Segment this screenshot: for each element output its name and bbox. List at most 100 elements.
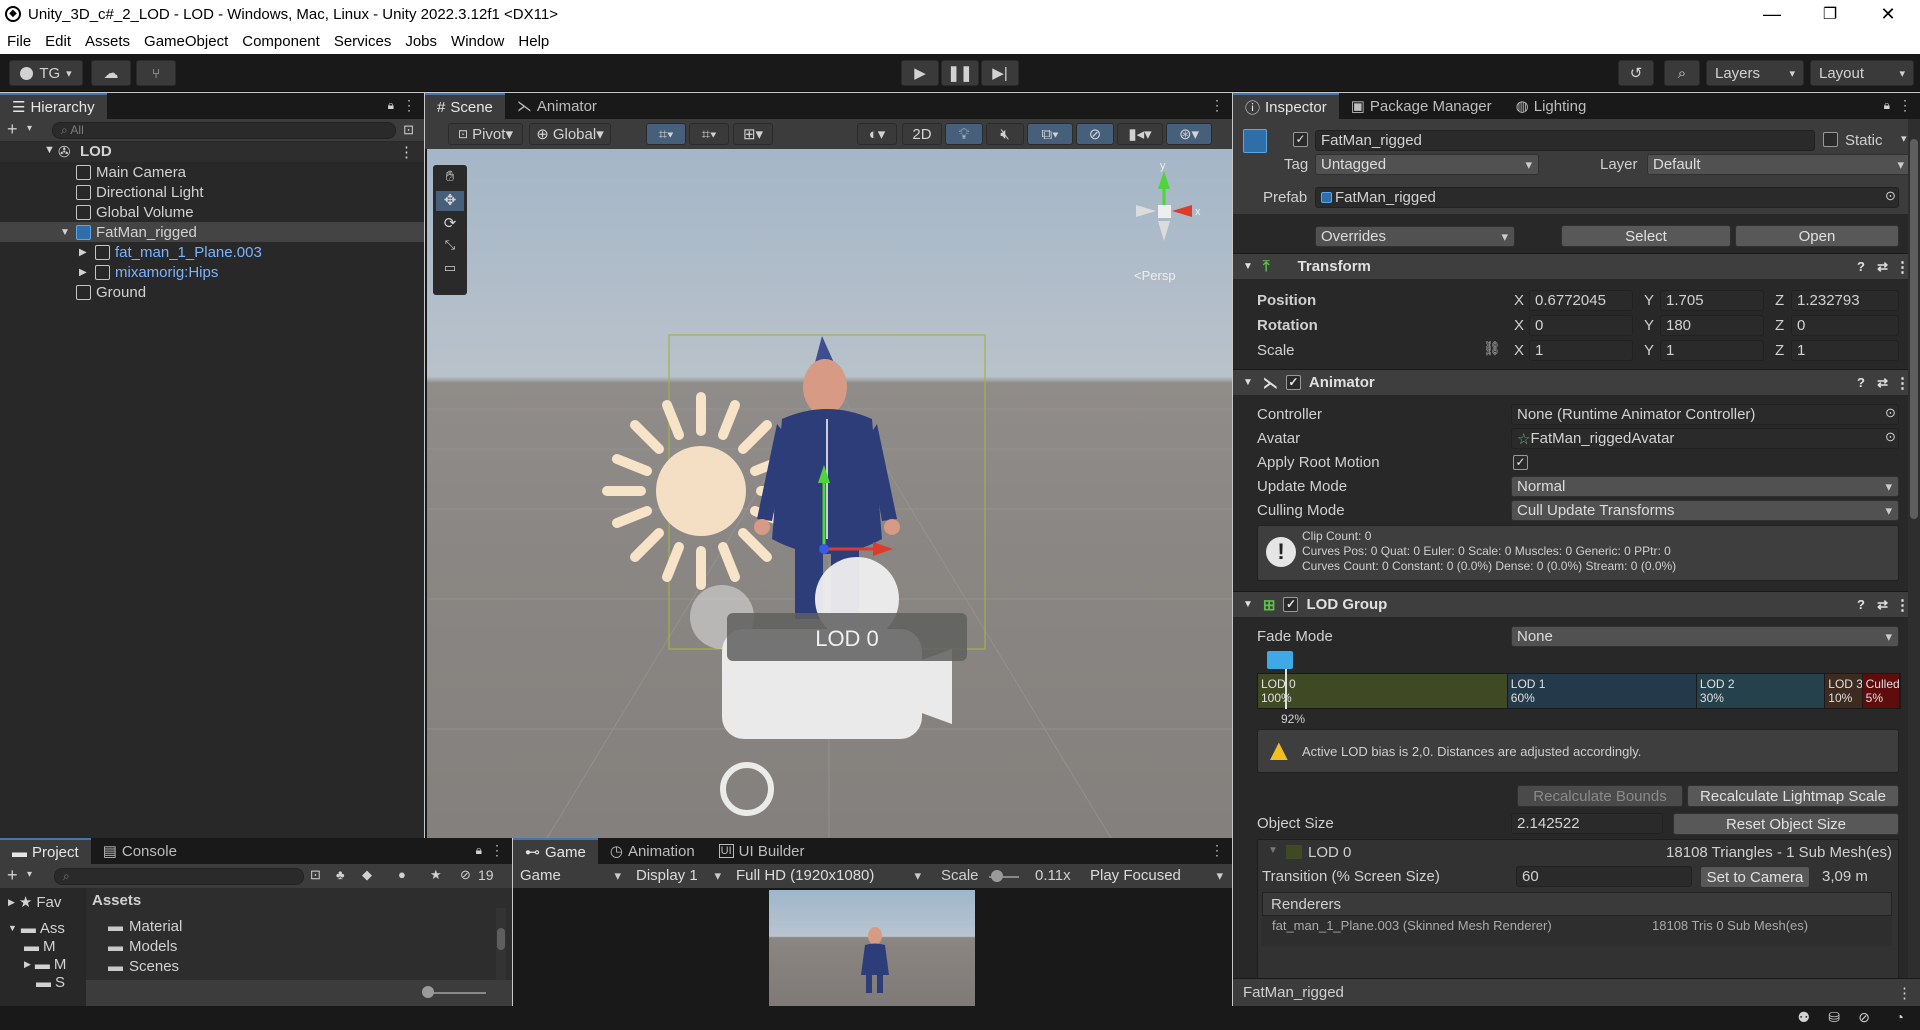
lod-segment[interactable]: LOD 0 100%: [1258, 674, 1508, 708]
avatar-field[interactable]: ☆ FatMan_riggedAvatar: [1511, 428, 1899, 449]
animator-header[interactable]: ▼ ⋋ ✓ Animator ? ⇄ ⋮: [1233, 369, 1920, 395]
history-button[interactable]: ↺: [1618, 60, 1654, 86]
hierarchy-item[interactable]: ▶ mixamorig:Hips: [0, 262, 424, 282]
grid-toggle-button[interactable]: ⌗▾: [689, 123, 729, 145]
reset-object-size-button[interactable]: Reset Object Size: [1673, 813, 1899, 835]
restore-button[interactable]: ❐: [1801, 0, 1859, 29]
menu-file[interactable]: File: [0, 33, 38, 50]
effects-dropdown[interactable]: ⧉▾: [1027, 123, 1073, 145]
inspector-scrollbar[interactable]: [1908, 119, 1920, 1006]
hidden-objects-toggle[interactable]: ⊘: [1076, 123, 1114, 145]
open-button[interactable]: Open: [1735, 225, 1899, 247]
animator-enabled-checkbox[interactable]: ✓: [1285, 375, 1301, 390]
menu-assets[interactable]: Assets: [78, 33, 137, 50]
play-button[interactable]: ▶: [901, 60, 939, 86]
recalculate-bounds-button[interactable]: Recalculate Bounds: [1517, 785, 1683, 807]
hand-tool-icon[interactable]: ✋︎: [436, 168, 464, 188]
tab-scene[interactable]: # Scene: [425, 93, 505, 119]
cloud-button[interactable]: ☁: [91, 60, 131, 86]
rotation-y-field[interactable]: 180: [1660, 315, 1764, 336]
game-viewport[interactable]: [769, 890, 975, 1006]
tab-lighting[interactable]: ◍ Lighting: [1504, 93, 1599, 119]
menu-window[interactable]: Window: [444, 33, 511, 50]
game-view-dropdown[interactable]: Game: [515, 865, 627, 886]
hierarchy-search-input[interactable]: ⌕ All: [52, 122, 396, 139]
root-motion-checkbox[interactable]: ✓: [1513, 455, 1528, 470]
tab-inspector[interactable]: ⓘ Inspector: [1233, 93, 1339, 119]
resolution-dropdown[interactable]: Full HD (1920x1080): [731, 865, 927, 886]
hierarchy-item[interactable]: Ground: [0, 282, 424, 302]
chevron-down-icon[interactable]: ▾: [27, 869, 32, 880]
prefab-field[interactable]: FatMan_rigged: [1315, 187, 1899, 208]
culling-mode-dropdown[interactable]: Cull Update Transforms: [1511, 500, 1899, 521]
menu-component[interactable]: Component: [235, 33, 327, 50]
scrollbar-thumb[interactable]: [1910, 139, 1918, 519]
camera-dropdown[interactable]: ▮◂▾: [1117, 123, 1163, 145]
folder-item[interactable]: ▬ Material: [86, 916, 512, 936]
tab-animator[interactable]: ⋋ Animator: [505, 93, 609, 119]
audio-toggle[interactable]: 🔇︎: [986, 123, 1024, 145]
panel-menu-icon[interactable]: ⋮: [1210, 97, 1224, 114]
update-mode-dropdown[interactable]: Normal: [1511, 476, 1899, 497]
chevron-down-icon[interactable]: ▾: [1901, 132, 1907, 145]
folder-item[interactable]: ▬ Models: [86, 936, 512, 956]
position-y-field[interactable]: 1.705: [1660, 290, 1764, 311]
recalculate-lightmap-button[interactable]: Recalculate Lightmap Scale: [1687, 785, 1899, 807]
scale-slider-thumb[interactable]: [991, 870, 1003, 882]
scale-y-field[interactable]: 1: [1660, 340, 1764, 361]
zoom-slider[interactable]: [426, 992, 486, 994]
progress-icon[interactable]: ◔: [1896, 1009, 1904, 1025]
preset-icon[interactable]: ⇄: [1877, 375, 1888, 391]
position-x-field[interactable]: 0.6772045: [1529, 290, 1633, 311]
gizmos-dropdown[interactable]: ⊛▾: [1166, 123, 1212, 145]
lock-icon[interactable]: 🔒︎: [476, 843, 482, 858]
tab-animation[interactable]: ◷ Animation: [598, 838, 707, 864]
preset-icon[interactable]: ⇄: [1877, 597, 1888, 613]
tab-ui-builder[interactable]: UI UI Builder: [707, 838, 817, 864]
help-icon[interactable]: ?: [1857, 375, 1865, 390]
increment-snap-button[interactable]: ⊞▾: [733, 123, 773, 145]
fade-mode-dropdown[interactable]: None: [1511, 626, 1899, 647]
pause-button[interactable]: ❚❚: [941, 60, 979, 86]
expand-arrow-icon[interactable]: ▶: [79, 247, 87, 258]
expand-arrow-icon[interactable]: ▶: [79, 267, 87, 278]
lod-segment[interactable]: LOD 1 60%: [1507, 674, 1697, 708]
scale-x-field[interactable]: 1: [1529, 340, 1633, 361]
set-to-camera-button[interactable]: Set to Camera: [1700, 866, 1810, 888]
object-picker-icon[interactable]: ⊙: [1885, 405, 1896, 421]
star-icon[interactable]: ★: [430, 867, 442, 883]
tab-console[interactable]: ▤ Console: [91, 838, 189, 864]
cache-server-icon[interactable]: ⛁: [1828, 1009, 1840, 1026]
tree-item[interactable]: ▬ S: [0, 972, 84, 992]
tag-dropdown[interactable]: Untagged: [1315, 154, 1539, 175]
layout-dropdown[interactable]: Layout ▾: [1810, 60, 1914, 86]
add-icon[interactable]: +: [7, 865, 18, 886]
lod-group-header[interactable]: ▼ ⊞ ✓ LOD Group ? ⇄ ⋮: [1233, 591, 1920, 617]
hierarchy-item[interactable]: Global Volume: [0, 202, 424, 222]
panel-menu-icon[interactable]: ⋮: [1897, 984, 1912, 1002]
lock-icon[interactable]: 🔒︎: [388, 98, 394, 113]
scene-row[interactable]: ▼ ✇ LOD ⋮: [0, 142, 424, 162]
static-checkbox[interactable]: [1823, 132, 1838, 147]
hidden-packages-icon[interactable]: ⊘: [460, 867, 471, 883]
expand-arrow-icon[interactable]: ▼: [60, 227, 70, 238]
alert-icon[interactable]: ●: [398, 867, 406, 882]
scene-viewport[interactable]: LOD 0 x y <Persp ✋︎ ✥ ⟳ ⤡ ▭: [427, 149, 1232, 838]
rotation-z-field[interactable]: 0: [1791, 315, 1899, 336]
chevron-down-icon[interactable]: ▾: [27, 123, 32, 134]
favorites-row[interactable]: ▶ ★ Fav: [0, 892, 84, 912]
collapse-arrow-icon[interactable]: ▼: [44, 144, 55, 156]
controller-field[interactable]: None (Runtime Animator Controller): [1511, 404, 1899, 425]
transform-header[interactable]: ▼ ⤒ Transform ? ⇄ ⋮: [1233, 253, 1920, 279]
position-z-field[interactable]: 1.232793: [1791, 290, 1899, 311]
folder-item[interactable]: ▬ Scenes: [86, 956, 512, 976]
menu-edit[interactable]: Edit: [38, 33, 78, 50]
object-picker-icon[interactable]: ⊙: [1885, 188, 1896, 204]
move-tool-icon[interactable]: ✥: [436, 191, 464, 211]
hierarchy-item[interactable]: ▶ fat_man_1_Plane.003: [0, 242, 424, 262]
snap-grid-button[interactable]: ⌗▾: [646, 123, 686, 145]
assets-row[interactable]: ▼ ▬ Ass: [0, 918, 84, 938]
lock-icon[interactable]: 🔒︎: [1884, 98, 1890, 113]
overrides-dropdown[interactable]: Overrides: [1315, 226, 1515, 247]
object-picker-icon[interactable]: ⊙: [1885, 429, 1896, 445]
